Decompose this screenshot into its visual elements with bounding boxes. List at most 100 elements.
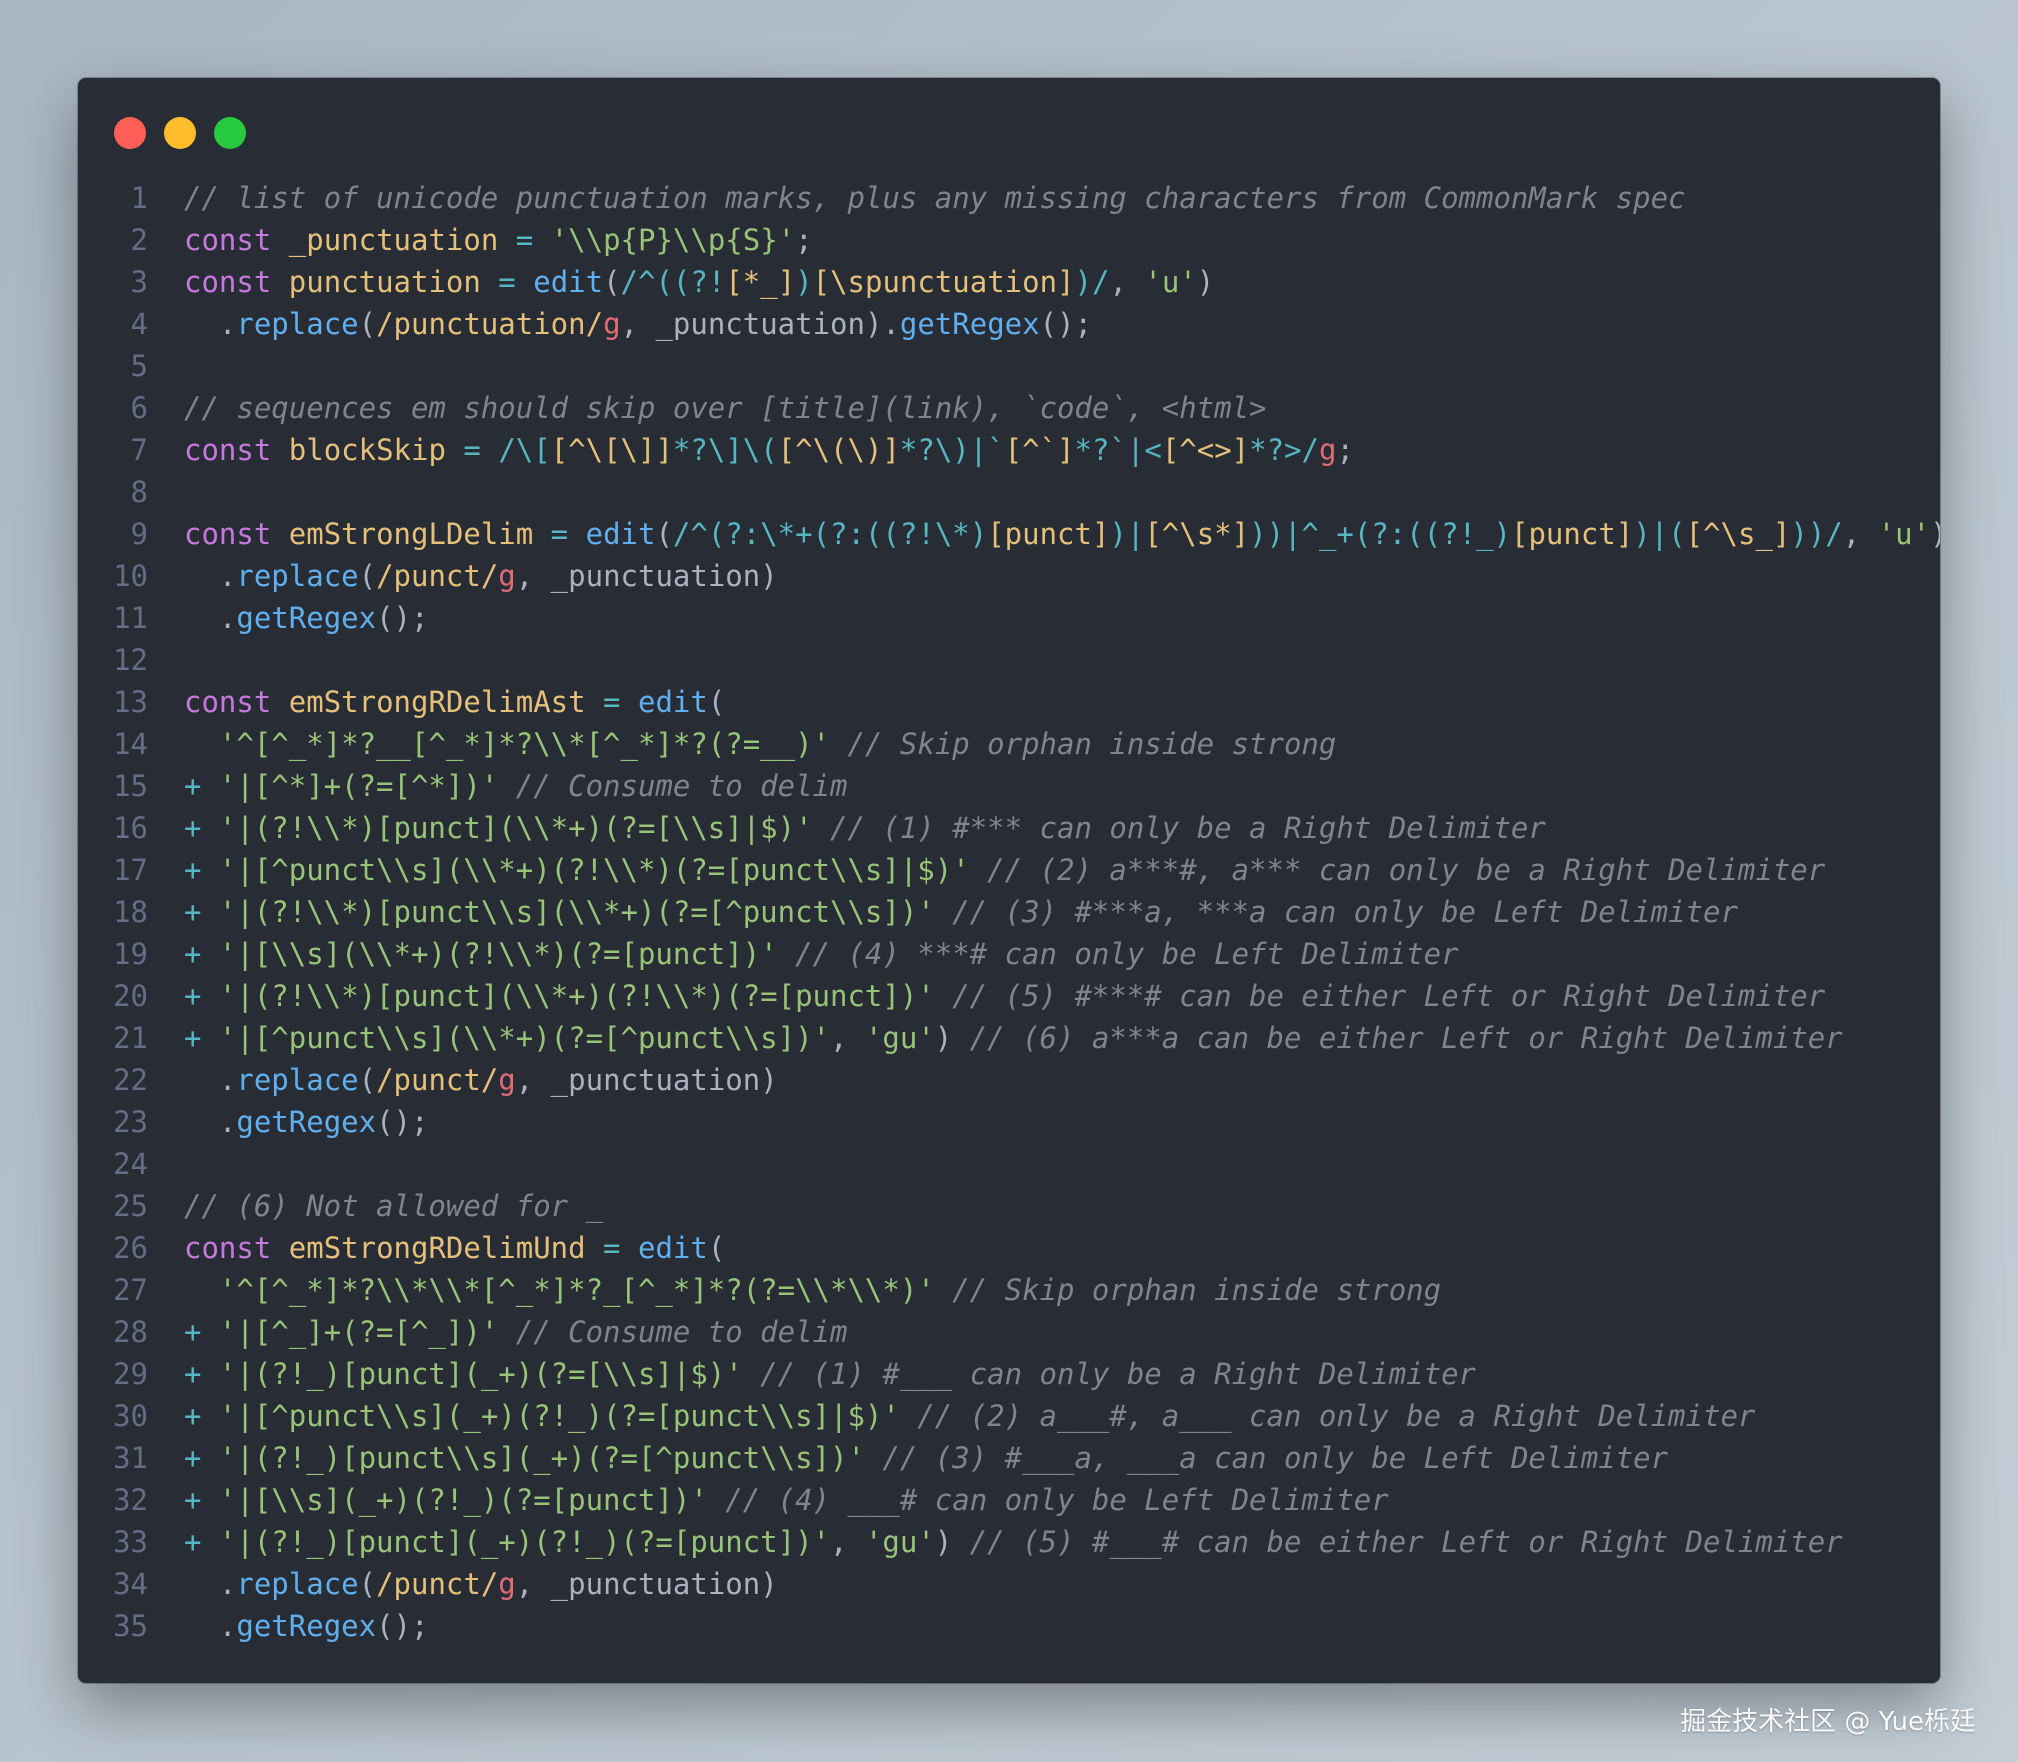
code-token: )| [1109,517,1145,551]
line-number: 35 [113,1609,148,1643]
line-number: 30 [113,1399,148,1433]
code-token: g [498,1063,516,1097]
line-number: 22 [113,1063,148,1097]
code-line: 20 + '|(?!\\*)[punct](\\*+)(?!\\*)(?=[pun… [78,975,1940,1017]
code-token: ) [1196,265,1215,299]
line-number: 27 [113,1273,148,1307]
code-token: // (6) Not allowed for _ [184,1189,604,1223]
code-line: 18 + '|(?!\\*)[punct\\s](\\*+)(?=[^punct\… [78,891,1940,933]
code-token: g [498,559,516,593]
code-token: // (3) #***a, ***a can only be Left Deli… [934,895,1738,929]
code-token: replace [236,1063,359,1097]
code-token: getRegex [236,1609,377,1643]
code-line: 35 .getRegex(); [78,1605,1940,1647]
code-token: '|(?!\\*)[punct](\\*+)(?=[\\s]|$)' [218,811,813,845]
code-token: *?\)|` [899,433,1005,467]
code-token: // (5) #___# can be either Left or Right… [952,1525,1843,1559]
line-number: 34 [113,1567,148,1601]
code-token: const [184,433,272,467]
code-line: 32 + '|[\\s](_+)(?!_)(?=[punct])' // (4) … [78,1479,1940,1521]
code-line: 16 + '|(?!\\*)[punct](\\*+)(?=[\\s]|$)' /… [78,807,1940,849]
code-token: ( [655,517,673,551]
line-source: + '|[\\s](\\*+)(?!\\*)(?=[punct])' // (4… [184,933,1940,975]
code-token: , _punctuation) [515,1567,778,1601]
code-token: . [184,1063,237,1097]
code-line: 4 .replace(/punctuation/g, _punctuation)… [78,303,1940,345]
zoom-dot-icon[interactable] [214,117,246,149]
code-token: + [184,937,219,971]
code-token: '|[^_]+(?=[^_])' [218,1315,499,1349]
code-token: (); [1039,307,1092,341]
code-token: g [1318,433,1337,467]
minimize-dot-icon[interactable] [164,117,196,149]
line-source: .getRegex(); [184,1605,1940,1647]
line-number: 15 [113,769,148,803]
line-source: + '|[^punct\\s](_+)(?!_)(?=[punct\\s]|$)… [184,1395,1940,1437]
code-token: punctuation [288,265,481,299]
code-token: + [184,1525,219,1559]
line-number: 4 [130,307,148,341]
line-number: 7 [130,433,148,467]
code-line: 7 const blockSkip = /\[[^\[\]]*?\]\([^\(\… [78,429,1940,471]
code-token: . [184,559,237,593]
code-line: 25 // (6) Not allowed for _ [78,1185,1940,1227]
code-token: [punct] [1511,517,1634,551]
code-token: '|[^*]+(?=[^*])' [218,769,499,803]
code-token: getRegex [899,307,1040,341]
line-number: 24 [113,1147,148,1181]
line-source: .getRegex(); [184,1101,1940,1143]
line-source: .getRegex(); [184,597,1940,639]
code-token: 'gu' [864,1525,935,1559]
code-line: 28 + '|[^_]+(?=[^_])' // Consume to delim [78,1311,1940,1353]
line-number: 25 [113,1189,148,1223]
close-dot-icon[interactable] [114,117,146,149]
line-source: const punctuation = edit(/^((?![*_])[\sp… [184,261,1940,303]
code-token: = [480,265,534,299]
line-source: + '|[^*]+(?=[^*])' // Consume to delim [184,765,1940,807]
code-token: // (6) a***a can be either Left or Right… [952,1021,1843,1055]
code-token: + [184,979,219,1013]
code-token: ; [1336,433,1354,467]
code-line: 34 .replace(/punct/g, _punctuation) [78,1563,1940,1605]
code-window: 1 // list of unicode punctuation marks, p… [78,78,1940,1683]
line-number: 29 [113,1357,148,1391]
code-token: // Skip orphan inside strong [934,1273,1442,1307]
code-token: /punct/ [376,559,499,593]
code-line: 12 [78,639,1940,681]
code-token: ( [358,559,377,593]
code-token: = [445,433,499,467]
code-token: g [603,307,621,341]
code-token: 'u' [1877,517,1931,551]
code-token: '^[^_*]*?\\*\\*[^_*]*?_[^_*]*?(?=\\*\\*)… [184,1273,935,1307]
code-token: )|( [1633,517,1686,551]
line-number: 23 [113,1105,148,1139]
code-token: // (1) #*** can only be a Right Delimite… [812,811,1546,845]
watermark: 掘金技术社区 @ Yue栎廷 [1680,1707,1976,1737]
code-token: [\spunctuation] [812,265,1075,299]
line-source: + '|(?!_)[punct\\s](_+)(?=[^punct\\s])' … [184,1437,1940,1479]
line-source: + '|[^punct\\s](\\*+)(?!\\*)(?=[punct\\s… [184,849,1940,891]
code-token: = [533,517,586,551]
line-source: // sequences em should skip over [title]… [184,387,1940,429]
line-number: 2 [130,223,148,257]
line-source: const emStrongRDelimAst = edit( [184,681,1940,723]
code-token: [^\s_] [1685,517,1791,551]
code-token: '\\p{P}\\p{S}' [550,223,796,257]
code-token: + [184,811,219,845]
line-number: 32 [113,1483,148,1517]
code-line: 33 + '|(?!_)[punct](_+)(?!_)(?=[punct])',… [78,1521,1940,1563]
code-token: /punct/ [376,1063,499,1097]
line-source: .replace(/punctuation/g, _punctuation).g… [184,303,1940,345]
line-source: + '|(?!_)[punct](_+)(?!_)(?=[punct])', '… [184,1521,1940,1563]
line-number: 14 [113,727,148,761]
code-token: replace [236,559,359,593]
code-token: [^<>] [1161,433,1250,467]
line-source: + '|[^_]+(?=[^_])' // Consume to delim [184,1311,1940,1353]
code-token: *?\]\( [672,433,778,467]
code-token: . [184,1105,237,1139]
code-token: // (2) a***#, a*** can only be a Right D… [969,853,1826,887]
code-token: [punct] [987,517,1110,551]
